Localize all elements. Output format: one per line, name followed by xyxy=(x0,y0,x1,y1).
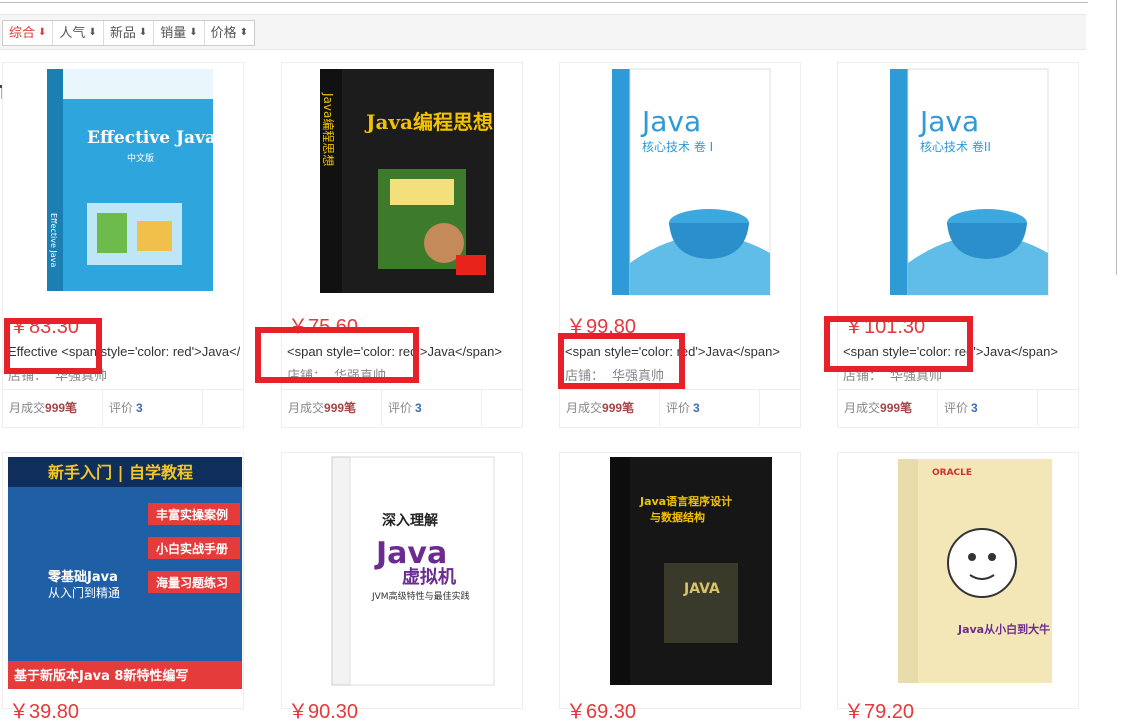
svg-text:Java: Java xyxy=(640,105,701,138)
svg-text:Java从小白到大牛: Java从小白到大牛 xyxy=(957,622,1050,636)
top-divider xyxy=(0,0,1088,3)
sort-newest-button[interactable]: 新品 ⬇ xyxy=(103,21,155,45)
svg-text:JAVA: JAVA xyxy=(683,581,720,597)
reviews[interactable]: 评价 3 xyxy=(660,390,760,426)
product-price: ￥69.30 xyxy=(566,701,637,723)
svg-text:Effective Java: Effective Java xyxy=(87,128,216,148)
book-cover-image[interactable]: Java 核心技术 卷II xyxy=(862,63,1056,299)
sales-label: 月成交 xyxy=(9,401,46,415)
reviews[interactable]: 评价 3 xyxy=(938,390,1038,426)
review-label: 评价 xyxy=(388,401,413,415)
svg-text:Effective Java: Effective Java xyxy=(49,213,58,267)
product-price: ￥79.20 xyxy=(844,701,915,723)
svg-text:JVM高级特性与最佳实践: JVM高级特性与最佳实践 xyxy=(371,590,470,602)
product-card[interactable]: 深入理解 Java 虚拟机 JVM高级特性与最佳实践 ￥90.30 xyxy=(281,452,523,723)
stats-spacer xyxy=(760,390,800,426)
monthly-sales: 月成交999笔 xyxy=(560,390,660,426)
sales-count: 999笔 xyxy=(602,401,635,415)
svg-text:核心技术 卷 I: 核心技术 卷 I xyxy=(642,139,713,154)
svg-text:与数据结构: 与数据结构 xyxy=(650,510,705,524)
reviews[interactable]: 评价 3 xyxy=(103,390,203,426)
sort-popularity-button[interactable]: 人气 ⬇ xyxy=(53,21,104,45)
sales-label: 月成交 xyxy=(844,401,881,415)
stats-spacer xyxy=(482,390,522,426)
sales-count: 999笔 xyxy=(880,401,913,415)
svg-text:海量习题练习: 海量习题练习 xyxy=(156,575,228,590)
highlight-box xyxy=(824,316,973,372)
monthly-sales: 月成交999笔 xyxy=(3,390,103,426)
sales-count: 999笔 xyxy=(324,401,357,415)
sales-label: 月成交 xyxy=(566,401,603,415)
book-cover-image[interactable]: ORACLE Java从小白到大牛 xyxy=(862,453,1056,689)
review-count[interactable]: 3 xyxy=(693,401,700,415)
svg-text:Java编程思想: Java编程思想 xyxy=(364,110,493,134)
svg-text:Java: Java xyxy=(374,536,447,571)
svg-text:小白实战手册: 小白实战手册 xyxy=(156,541,228,556)
book-cover-image[interactable]: 新手入门 | 自学教程 丰富实操案例 小白实战手册 海量习题练习 零基础Java… xyxy=(8,457,242,689)
product-price: ￥90.30 xyxy=(288,701,359,723)
product-price: ￥39.80 xyxy=(9,701,80,723)
product-stats: 月成交999笔 评价 3 xyxy=(3,389,243,427)
svg-text:中文版: 中文版 xyxy=(127,152,154,164)
reviews[interactable]: 评价 3 xyxy=(382,390,482,426)
sort-sales-button[interactable]: 销量 ⬇ xyxy=(154,21,205,45)
svg-text:深入理解: 深入理解 xyxy=(382,512,438,529)
product-card[interactable]: Java语言程序设计 与数据结构 JAVA ￥69.30 xyxy=(559,452,801,723)
review-count[interactable]: 3 xyxy=(971,401,978,415)
sales-label: 月成交 xyxy=(288,401,325,415)
svg-text:Java语言程序设计: Java语言程序设计 xyxy=(639,494,732,508)
svg-text:ORACLE: ORACLE xyxy=(932,468,972,478)
product-stats: 月成交999笔 评价 3 xyxy=(838,389,1078,427)
svg-text:基于新版本Java 8新特性编写: 基于新版本Java 8新特性编写 xyxy=(13,668,188,684)
sort-label: 新品 xyxy=(109,25,136,40)
review-count[interactable]: 3 xyxy=(136,401,143,415)
book-cover-image[interactable]: Java编程思想 Java编程思想 xyxy=(306,63,500,299)
review-label: 评价 xyxy=(666,401,691,415)
sort-label: 价格 xyxy=(210,25,237,40)
sort-updown-icon: ⬍ xyxy=(239,27,249,38)
product-card[interactable]: Java 核心技术 卷II ￥101.30 <span style='color… xyxy=(837,62,1079,428)
sort-bar: 综合 ⬇ 人气 ⬇ 新品 ⬇ 销量 ⬇ 价格 ⬍ xyxy=(0,14,1086,50)
svg-text:零基础Java: 零基础Java xyxy=(47,569,118,585)
product-card[interactable]: ORACLE Java从小白到大牛 ￥79.20 xyxy=(837,452,1079,723)
highlight-box xyxy=(255,327,419,383)
review-count[interactable]: 3 xyxy=(415,401,422,415)
sales-count: 999笔 xyxy=(45,401,78,415)
review-label: 评价 xyxy=(109,401,134,415)
right-divider xyxy=(1116,0,1117,275)
sort-down-icon: ⬇ xyxy=(189,27,198,38)
monthly-sales: 月成交999笔 xyxy=(282,390,382,426)
sort-button-group: 综合 ⬇ 人气 ⬇ 新品 ⬇ 销量 ⬇ 价格 ⬍ xyxy=(2,20,256,46)
book-cover-image[interactable]: Java 核心技术 卷 I xyxy=(584,63,778,299)
sort-label: 人气 xyxy=(59,25,86,40)
svg-text:Java编程思想: Java编程思想 xyxy=(321,92,336,166)
svg-text:Java: Java xyxy=(918,105,979,138)
product-stats: 月成交999笔 评价 3 xyxy=(282,389,522,427)
svg-text:从入门到精通: 从入门到精通 xyxy=(48,585,120,600)
sort-label: 销量 xyxy=(160,25,187,40)
svg-text:虚拟机: 虚拟机 xyxy=(402,566,456,588)
sort-price-button[interactable]: 价格 ⬍ xyxy=(204,21,255,45)
review-label: 评价 xyxy=(944,401,969,415)
monthly-sales: 月成交999笔 xyxy=(838,390,938,426)
svg-text:丰富实操案例: 丰富实操案例 xyxy=(156,507,228,522)
stats-spacer xyxy=(203,390,243,426)
svg-text:核心技术 卷II: 核心技术 卷II xyxy=(920,139,991,154)
sort-comprehensive-button[interactable]: 综合 ⬇ xyxy=(3,21,54,45)
stats-spacer xyxy=(1038,390,1078,426)
sort-down-icon: ⬇ xyxy=(138,27,148,38)
svg-text:新手入门 | 自学教程: 新手入门 | 自学教程 xyxy=(48,463,193,483)
book-cover-image[interactable]: Java语言程序设计 与数据结构 JAVA xyxy=(584,453,778,689)
product-stats: 月成交999笔 评价 3 xyxy=(560,389,800,427)
product-card[interactable]: 新手入门 | 自学教程 丰富实操案例 小白实战手册 海量习题练习 零基础Java… xyxy=(2,452,244,723)
highlight-box xyxy=(558,333,685,389)
highlight-box xyxy=(4,318,102,374)
sort-down-icon: ⬇ xyxy=(88,27,97,38)
sort-down-icon: ⬇ xyxy=(38,27,47,38)
book-cover-image[interactable]: Effective Java 中文版 Effective Java xyxy=(27,63,221,299)
book-cover-image[interactable]: 深入理解 Java 虚拟机 JVM高级特性与最佳实践 xyxy=(306,453,500,689)
sort-label: 综合 xyxy=(9,25,36,40)
